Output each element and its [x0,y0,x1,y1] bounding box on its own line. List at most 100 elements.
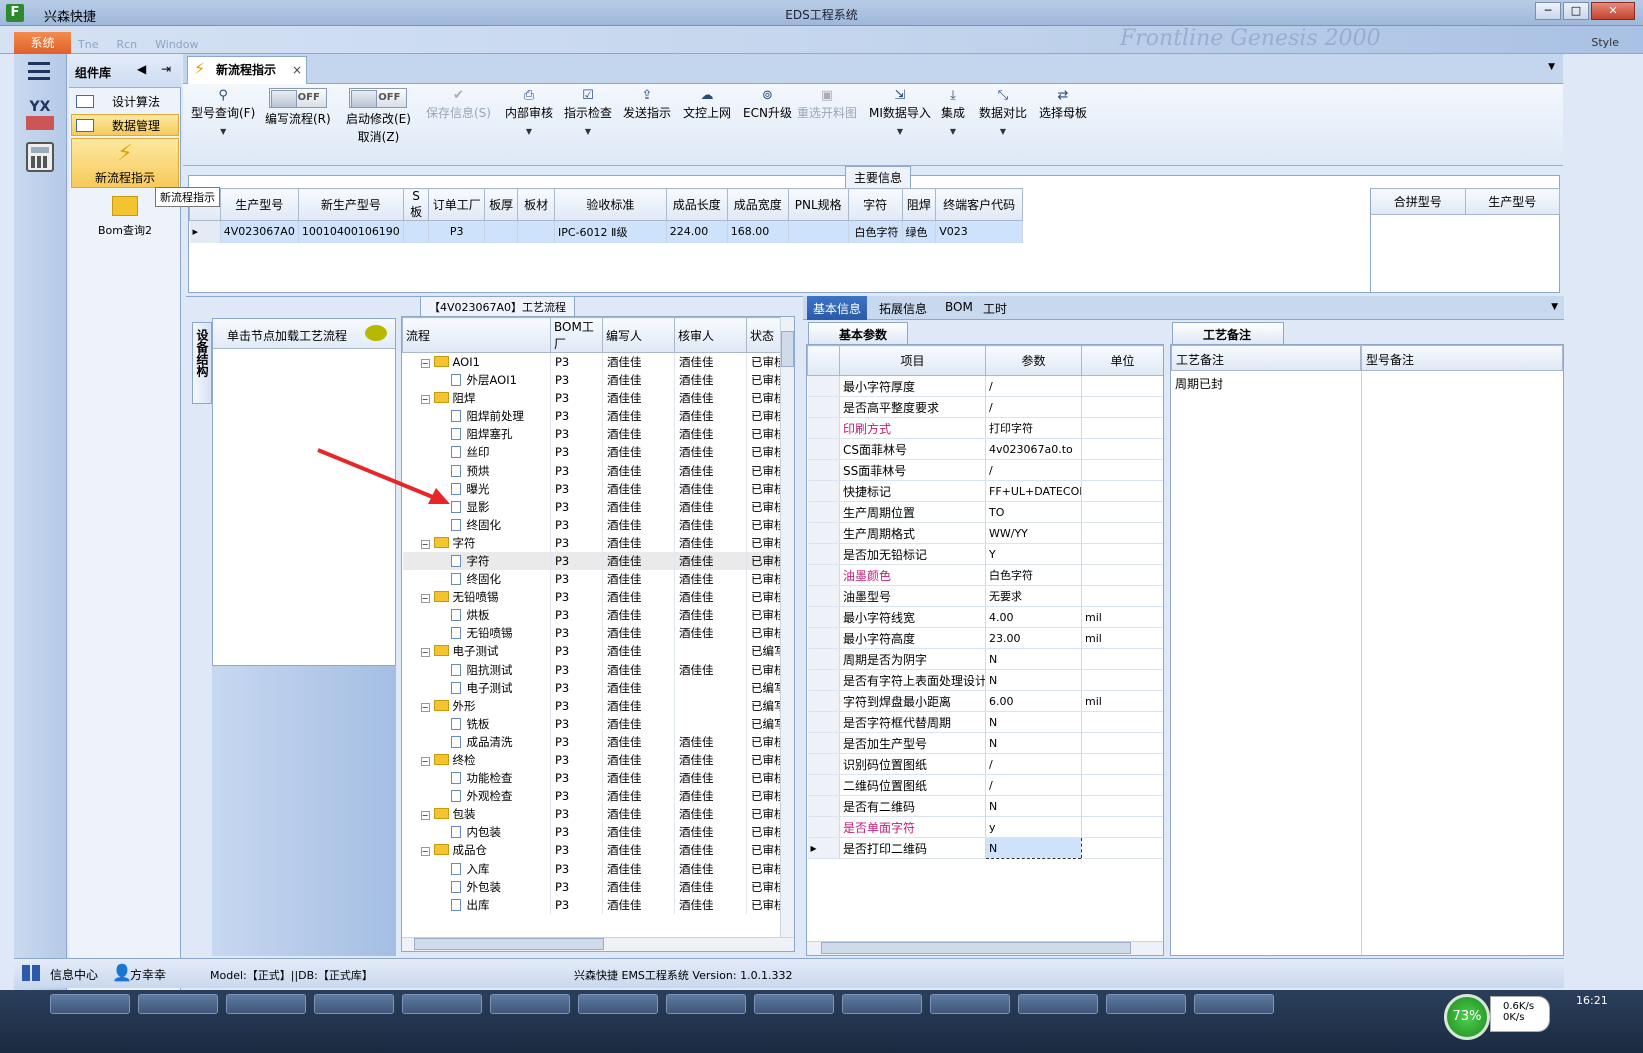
table-cell[interactable]: V023 [935,220,1023,243]
table-cell[interactable]: 168.00 [727,220,789,243]
table-cell[interactable] [674,642,747,661]
table-cell[interactable]: 已审核 [746,732,783,751]
table-cell[interactable]: 已编写 [746,642,783,661]
table-cell[interactable]: 酒佳佳 [674,588,747,607]
tab-new-flow[interactable]: ⚡ 新流程指示 × [187,56,307,84]
collapse-icon[interactable]: − [420,594,430,604]
table-cell[interactable]: 10010400106190 [298,220,404,243]
param-value[interactable]: 白色字符 [985,564,1082,586]
table-cell[interactable]: P3 [550,859,603,878]
tab-man-hours[interactable]: 工时 [983,300,1007,317]
system-button[interactable]: 系统 [14,32,71,54]
column-header[interactable]: S板 [402,188,430,221]
table-cell[interactable]: 酒佳佳 [602,823,675,842]
taskbar-app[interactable] [226,994,306,1014]
param-value[interactable]: 23.00 [985,627,1082,649]
tree-node[interactable]: 成品清洗 [402,732,551,751]
table-cell[interactable]: 已审核 [746,787,783,806]
table-cell[interactable]: 酒佳佳 [674,461,747,480]
tab-dropdown-icon[interactable]: ▼ [1551,302,1558,312]
tree-node[interactable]: 阻焊前处理 [402,407,551,426]
tree-node[interactable]: 功能检查 [402,769,551,788]
table-cell[interactable]: 酒佳佳 [602,696,675,715]
table-row[interactable]: 烘板 P3 酒佳佳 酒佳佳 已审核 [402,606,783,625]
table-cell[interactable]: P3 [550,497,603,516]
table-row[interactable]: 是否有二维码 N [807,795,1163,817]
table-cell[interactable] [674,678,747,697]
table-row[interactable]: 识别码位置图纸 / [807,753,1163,775]
table-row[interactable]: 生产周期位置 TO [807,501,1163,523]
column-header[interactable]: 核审人 [674,317,747,353]
tree-node[interactable]: − 无铅喷锡 [402,588,551,607]
table-cell[interactable]: 酒佳佳 [674,750,747,770]
tree-node[interactable]: 字符 [402,551,551,571]
table-cell[interactable]: 酒佳佳 [602,841,675,860]
internal-review-button[interactable]: ⎙ 内部审核 ▼ [505,88,553,136]
table-cell[interactable]: 酒佳佳 [602,407,675,426]
table-cell[interactable]: 酒佳佳 [674,533,747,552]
table-cell[interactable]: 已审核 [746,859,783,878]
tree-node[interactable]: 外层AOI1 [402,371,551,390]
param-value[interactable]: N [985,837,1082,859]
write-flow-toggle[interactable]: OFF 编写流程(R) [265,88,331,130]
tree-node[interactable]: 外包装 [402,877,551,896]
column-header[interactable]: 状态 [746,317,783,353]
table-row[interactable]: − 终检 P3 酒佳佳 酒佳佳 已审核 [402,750,783,770]
collapse-icon[interactable]: − [420,847,430,857]
table-cell[interactable]: 酒佳佳 [602,443,675,462]
table-row[interactable]: ▸ 4V023067A0 10010400106190 P3 IPC-6012 … [189,220,1023,243]
tree-node[interactable]: − 电子测试 [402,642,551,661]
table-cell[interactable]: 酒佳佳 [602,570,675,589]
vertical-tab-device-structure[interactable]: 设备结构 [192,322,212,404]
taskbar-app[interactable] [138,994,218,1014]
table-cell[interactable]: P3 [550,515,603,534]
table-cell[interactable]: 已审核 [746,497,783,516]
table-cell[interactable]: 酒佳佳 [674,425,747,444]
reselect-cutting-button[interactable]: ▣ 重选开料图 [797,88,857,121]
tree-node[interactable]: 电子测试 [402,678,551,697]
table-cell[interactable]: 已审核 [746,515,783,534]
calculator-icon[interactable] [26,142,54,172]
table-cell[interactable]: P3 [550,461,603,480]
tab-bom[interactable]: BOM [945,300,973,314]
table-cell[interactable]: P3 [550,895,603,914]
column-header[interactable]: 成品宽度 [726,188,789,221]
table-cell[interactable]: 已编写 [746,696,783,715]
table-cell[interactable] [674,714,747,733]
table-cell[interactable]: P3 [550,823,603,842]
table-row[interactable]: 出库 P3 酒佳佳 酒佳佳 已审核 [402,895,783,914]
table-row[interactable]: 无铅喷锡 P3 酒佳佳 酒佳佳 已审核 [402,624,783,643]
save-info-button[interactable]: ✔ 保存信息(S) [426,88,491,121]
table-cell[interactable]: 酒佳佳 [602,660,675,679]
tree-node[interactable]: − 阻焊 [402,389,551,408]
table-cell[interactable]: P3 [550,805,603,824]
collapse-icon[interactable]: − [420,359,430,368]
table-cell[interactable]: 酒佳佳 [674,769,747,788]
table-cell[interactable]: 酒佳佳 [602,515,675,534]
doc-online-button[interactable]: ☁ 文控上网 [683,88,731,121]
table-cell[interactable]: 酒佳佳 [602,352,675,371]
horizontal-scrollbar[interactable] [402,937,794,951]
maximize-icon[interactable]: □ [1563,2,1589,20]
tree-node[interactable]: 终固化 [402,515,551,534]
select-mother-board-button[interactable]: ⇄ 选择母板 [1039,88,1087,121]
lib-item-design-algorithm[interactable]: 设计算法 [71,90,179,112]
integrate-button[interactable]: ⤓ 集成 ▼ [941,88,965,136]
table-cell[interactable]: 已审核 [746,769,783,788]
table-row[interactable]: − 无铅喷锡 P3 酒佳佳 酒佳佳 已审核 [402,588,783,607]
table-cell[interactable]: P3 [550,841,603,860]
table-row[interactable]: 二维码位置图纸 / [807,774,1163,796]
column-header[interactable]: 生产型号 [1464,188,1560,215]
table-row[interactable]: 功能检查 P3 酒佳佳 酒佳佳 已审核 [402,769,783,788]
table-cell[interactable]: 224.00 [666,220,728,243]
minimize-icon[interactable]: ─ [1535,2,1561,20]
collapse-left-icon[interactable]: ◀ [137,62,146,76]
tab-basic-params[interactable]: 基本参数 [808,322,908,344]
column-header[interactable]: 验收标准 [554,188,667,221]
param-value[interactable]: N [985,732,1082,754]
table-cell[interactable]: 酒佳佳 [674,895,747,914]
table-row[interactable]: 周期是否为阴字 N [807,648,1163,670]
param-value[interactable]: / [985,753,1082,775]
send-instruction-button[interactable]: ⇪ 发送指示 [623,88,671,121]
table-row[interactable]: CS面菲林号 4v023067a0.to [807,438,1163,460]
